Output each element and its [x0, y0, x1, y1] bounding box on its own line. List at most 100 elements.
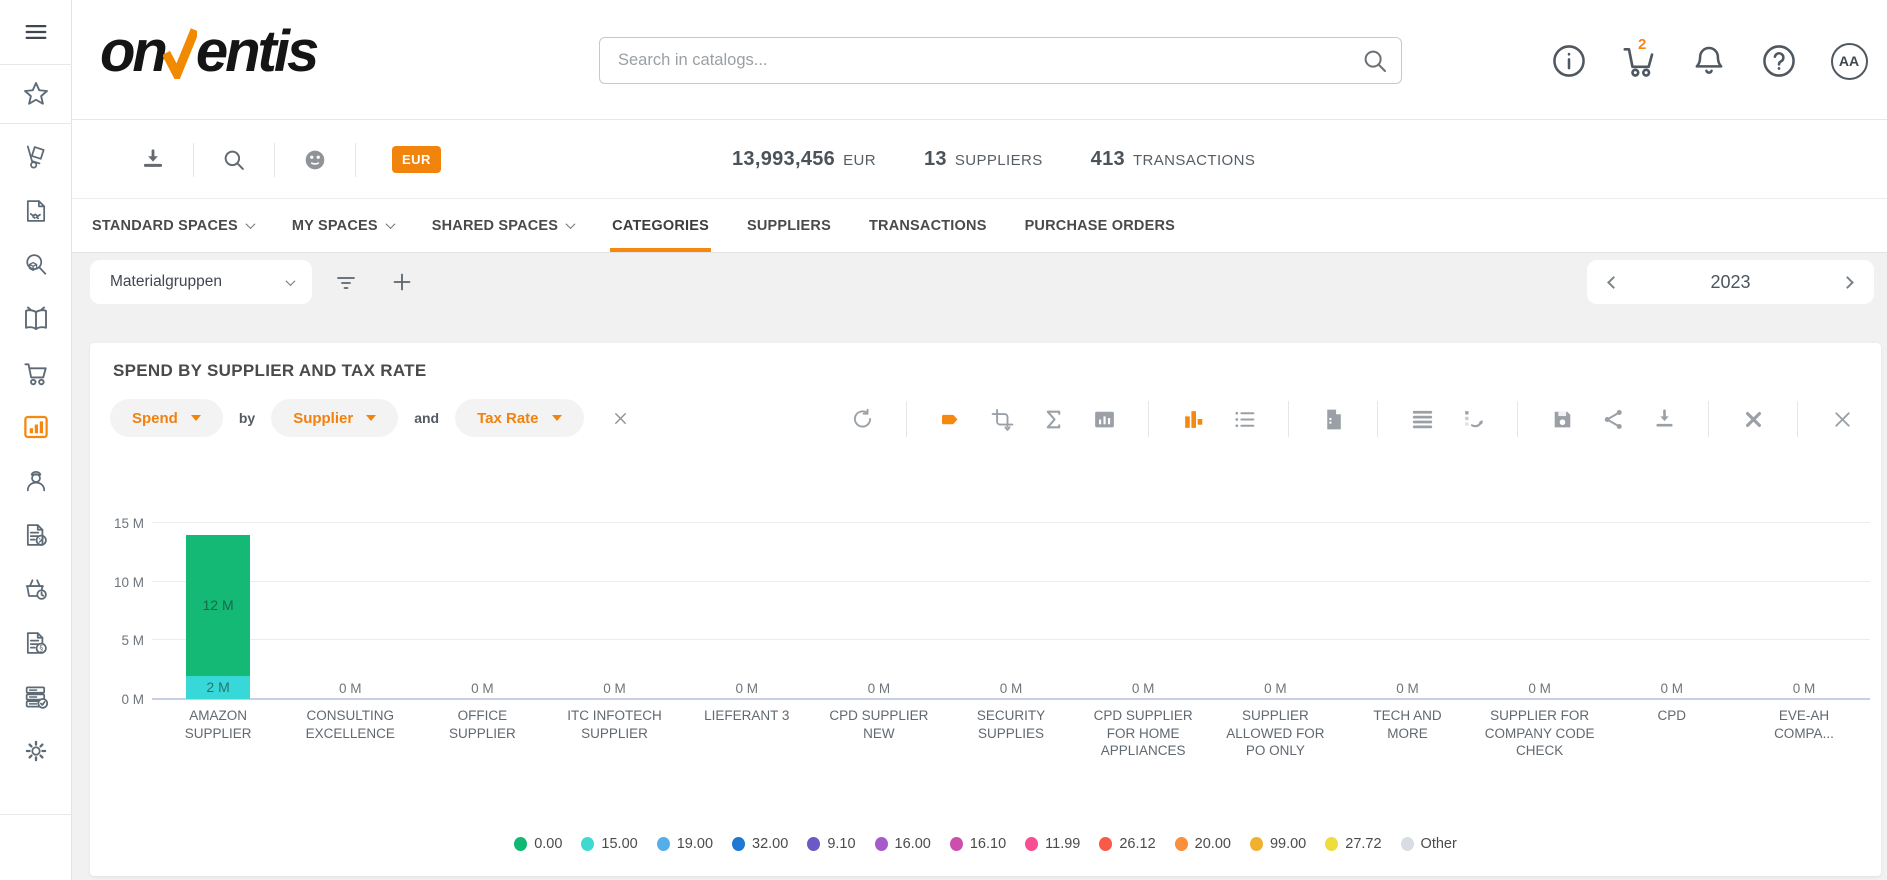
notifications-bell-icon[interactable]	[1689, 40, 1729, 82]
contracts-handshake-icon[interactable]	[0, 184, 72, 238]
bar-value-label: 2 M	[186, 679, 250, 695]
legend-item[interactable]: 11.99	[1025, 836, 1080, 852]
legend-item[interactable]: 99.00	[1250, 836, 1306, 852]
download-icon[interactable]	[1651, 406, 1677, 432]
bar-segment[interactable]: 12 M	[186, 535, 250, 676]
legend-item[interactable]: 20.00	[1175, 836, 1231, 852]
refresh-icon[interactable]	[849, 406, 875, 432]
chart-column: 0 M	[416, 523, 548, 699]
add-icon[interactable]	[380, 260, 424, 304]
bar-value-label: 0 M	[1341, 681, 1473, 696]
dimension-chip[interactable]: Supplier	[271, 399, 398, 437]
chart-column: 0 M	[548, 523, 680, 699]
legend-item[interactable]: 26.12	[1099, 836, 1155, 852]
x-category-label: SUPPLIER FOR COMPANY CODE CHECK	[1474, 707, 1606, 760]
x-category-label: SECURITY SUPPLIES	[945, 707, 1077, 760]
user-profile-icon[interactable]	[0, 454, 72, 508]
shopping-cart-icon[interactable]	[0, 346, 72, 400]
x-category-label: CPD SUPPLIER FOR HOME APPLIANCES	[1077, 707, 1209, 760]
currency-badge[interactable]: EUR	[392, 146, 441, 173]
search-input[interactable]	[599, 37, 1402, 84]
legend-item[interactable]: 0.00	[514, 836, 562, 852]
tab-categories[interactable]: CATEGORIES	[610, 199, 711, 252]
list-icon[interactable]	[1231, 406, 1257, 432]
legend-item[interactable]: 27.72	[1325, 836, 1381, 852]
hamburger-menu-icon[interactable]	[0, 0, 72, 64]
info-icon[interactable]	[1549, 40, 1589, 82]
avatar-initials: AA	[1831, 43, 1868, 80]
x-category-label: LIEFERANT 3	[681, 707, 813, 760]
palette-icon[interactable]	[275, 147, 355, 173]
legend-item[interactable]: 9.10	[807, 836, 855, 852]
crop-icon[interactable]	[989, 406, 1015, 432]
analytics-chart-icon[interactable]	[0, 400, 72, 454]
product-search-icon[interactable]	[0, 238, 72, 292]
sum-icon[interactable]	[1040, 406, 1066, 432]
cart-icon[interactable]: 2	[1619, 40, 1659, 82]
legend-label: 15.00	[601, 836, 637, 852]
bar-value-label: 0 M	[945, 681, 1077, 696]
cart-badge: 2	[1638, 36, 1646, 53]
chart-card: SPEND BY SUPPLIER AND TAX RATE Spend by …	[90, 343, 1881, 876]
file-icon[interactable]	[1320, 406, 1346, 432]
legend-item[interactable]: 16.10	[950, 836, 1006, 852]
tab-purchase-orders[interactable]: PURCHASE ORDERS	[1023, 199, 1177, 252]
onventis-logo[interactable]: on entis	[100, 18, 316, 85]
bar-chart-icon[interactable]	[1180, 406, 1206, 432]
legend-dot-icon	[514, 837, 527, 851]
year-selector: 2023	[1587, 260, 1874, 304]
rows-icon[interactable]	[1409, 406, 1435, 432]
tab-transactions[interactable]: TRANSACTIONS	[867, 199, 989, 252]
chart-box-icon[interactable]	[1091, 406, 1117, 432]
order-history-basket-icon[interactable]	[0, 562, 72, 616]
next-year-button[interactable]	[1841, 276, 1854, 289]
legend-item[interactable]: 15.00	[581, 836, 637, 852]
tab-shared-spaces[interactable]: SHARED SPACES	[430, 199, 576, 252]
sidebar-nav: §	[0, 124, 72, 724]
filter-icon[interactable]	[324, 260, 368, 304]
invoice-percent-icon[interactable]	[0, 508, 72, 562]
divider	[1517, 401, 1518, 437]
remove-dimension-icon[interactable]	[611, 409, 630, 428]
chart-column: 0 M	[1341, 523, 1473, 699]
catalog-book-icon[interactable]	[0, 292, 72, 346]
master-data-server-icon[interactable]	[0, 670, 72, 724]
measure-chip[interactable]: Spend	[110, 399, 223, 437]
legend-item[interactable]: 16.00	[875, 836, 931, 852]
search-icon[interactable]	[194, 147, 274, 173]
legend-dot-icon	[732, 837, 745, 851]
tools-icon[interactable]	[1740, 406, 1766, 432]
tag-icon[interactable]	[938, 406, 964, 432]
search-icon[interactable]	[1360, 46, 1390, 76]
settings-gear-icon[interactable]	[0, 724, 72, 778]
tab-my-spaces[interactable]: MY SPACES	[290, 199, 396, 252]
download-icon[interactable]	[113, 147, 193, 173]
contract-document-icon[interactable]: §	[0, 616, 72, 670]
tab-label: PURCHASE ORDERS	[1025, 218, 1175, 234]
help-icon[interactable]	[1759, 40, 1799, 82]
legend-item[interactable]: 19.00	[657, 836, 713, 852]
sidebar: §	[0, 0, 72, 880]
favorites-star-icon[interactable]	[0, 65, 72, 123]
previous-year-button[interactable]	[1607, 276, 1620, 289]
pivot-icon[interactable]	[1460, 406, 1486, 432]
tab-suppliers[interactable]: SUPPLIERS	[745, 199, 833, 252]
share-icon[interactable]	[1600, 406, 1626, 432]
secondary-dimension-chip[interactable]: Tax Rate	[455, 399, 583, 437]
legend-item[interactable]: Other	[1401, 836, 1457, 852]
save-icon[interactable]	[1549, 406, 1575, 432]
group-selector[interactable]: Materialgruppen	[90, 260, 312, 304]
divider	[1708, 401, 1709, 437]
legend-item[interactable]: 32.00	[732, 836, 788, 852]
procurement-dolly-icon[interactable]	[0, 130, 72, 184]
legend-label: 16.10	[970, 836, 1006, 852]
x-category-label: TECH AND MORE	[1341, 707, 1473, 760]
legend-dot-icon	[875, 837, 888, 851]
legend-dot-icon	[950, 837, 963, 851]
chevron-down-icon	[385, 219, 395, 229]
bar-segment[interactable]: 2 M	[186, 676, 250, 699]
stats-bar-icons: EUR	[113, 120, 441, 199]
close-icon[interactable]	[1829, 406, 1855, 432]
avatar[interactable]: AA	[1829, 40, 1869, 82]
tab-standard-spaces[interactable]: STANDARD SPACES	[90, 199, 256, 252]
